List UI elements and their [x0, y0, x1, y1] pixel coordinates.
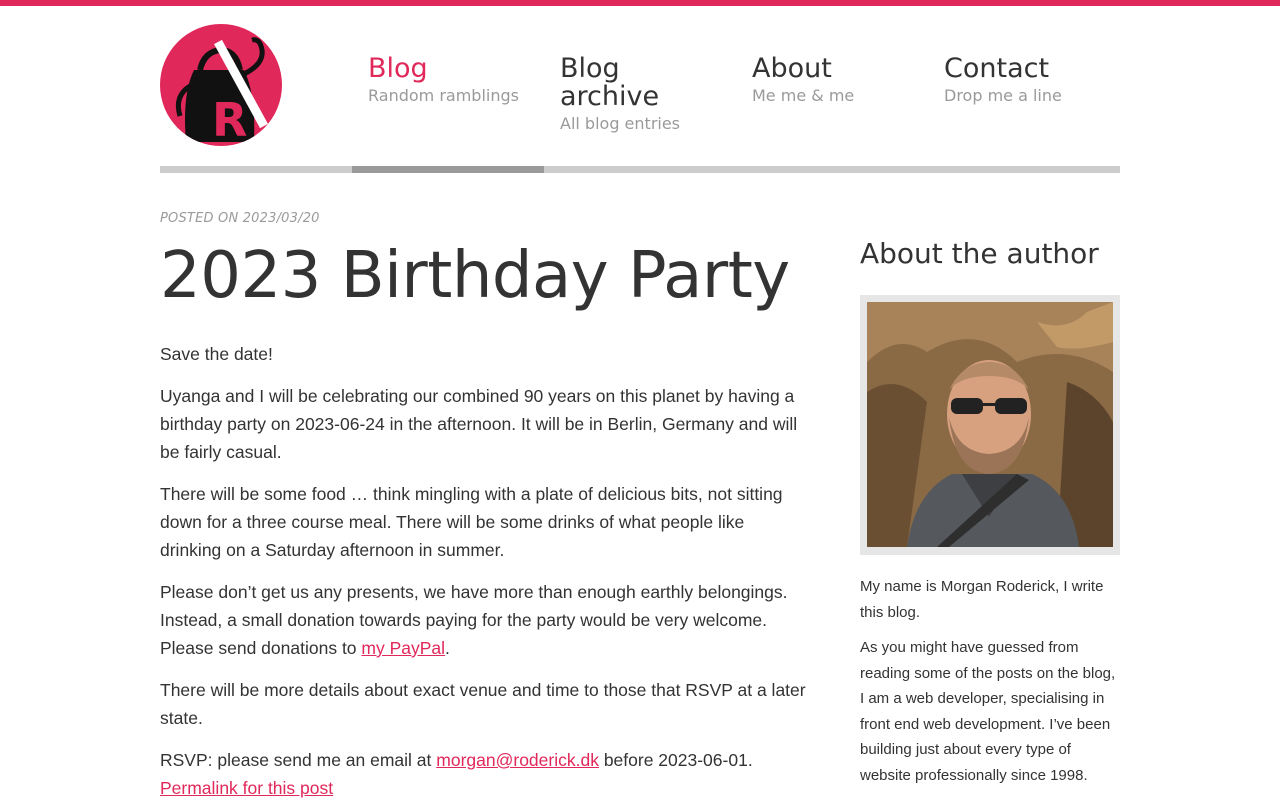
post-paragraph: RSVP: please send me an email at morgan@…: [160, 746, 810, 774]
blog-post: POSTED ON 2023/03/20 2023 Birthday Party…: [160, 210, 810, 800]
post-body: Save the date! Uyanga and I will be cele…: [160, 340, 810, 800]
svg-text:R: R: [212, 93, 247, 146]
author-intro: My name is Morgan Roderick, I write this…: [860, 578, 1104, 621]
nav-item-contact[interactable]: Contact Drop me a line: [928, 6, 1120, 166]
author-photo: [867, 302, 1113, 547]
nav-title-contact: Contact: [944, 53, 1050, 84]
permalink-link[interactable]: Permalink for this post: [160, 774, 810, 800]
nav-title-blog-archive: Blog archive: [560, 53, 660, 112]
rsvp-text: RSVP: please send me an email at: [160, 750, 437, 770]
author-bio: As you might have guessed from reading s…: [860, 639, 1116, 784]
nav-title-about: About: [752, 53, 832, 84]
nav-underline-highlight: [352, 166, 544, 173]
site-logo[interactable]: R: [160, 24, 282, 146]
rsvp-text-end: before 2023-06-01.: [598, 750, 753, 770]
author-photo-frame: [860, 295, 1120, 555]
post-paragraph: Uyanga and I will be celebrating our com…: [160, 386, 798, 462]
post-title: 2023 Birthday Party: [160, 239, 790, 313]
post-paragraph: There will be more details about exact v…: [160, 680, 806, 728]
donation-text-end: .: [445, 638, 450, 658]
nav-title-blog: Blog: [368, 53, 428, 84]
main-nav: Blog Random ramblings Blog archive All b…: [352, 6, 1120, 178]
nav-subtitle-blog: Random ramblings: [368, 86, 519, 105]
sidebar: About the author My name is Morgan Roder…: [860, 234, 1120, 788]
donation-text: Please don’t get us any presents, we hav…: [160, 582, 788, 658]
nav-item-about[interactable]: About Me me & me: [736, 6, 928, 166]
paypal-link[interactable]: my PayPal: [361, 638, 445, 658]
post-date: POSTED ON 2023/03/20: [160, 211, 320, 226]
sidebar-heading: About the author: [860, 237, 1099, 270]
nav-subtitle-about: Me me & me: [752, 86, 855, 105]
post-paragraph: Please don’t get us any presents, we hav…: [160, 578, 810, 662]
nav-item-blog[interactable]: Blog Random ramblings: [352, 6, 544, 166]
nav-underline: [160, 166, 1120, 173]
nav-subtitle-contact: Drop me a line: [944, 86, 1062, 105]
post-paragraph: There will be some food … think mingling…: [160, 484, 783, 560]
email-link[interactable]: morgan@roderick.dk: [436, 750, 599, 770]
kettle-r-logo-icon: R: [160, 24, 282, 146]
nav-item-blog-archive[interactable]: Blog archive All blog entries: [544, 6, 736, 166]
nav-subtitle-blog-archive: All blog entries: [560, 114, 681, 133]
post-paragraph: Save the date!: [160, 344, 273, 364]
